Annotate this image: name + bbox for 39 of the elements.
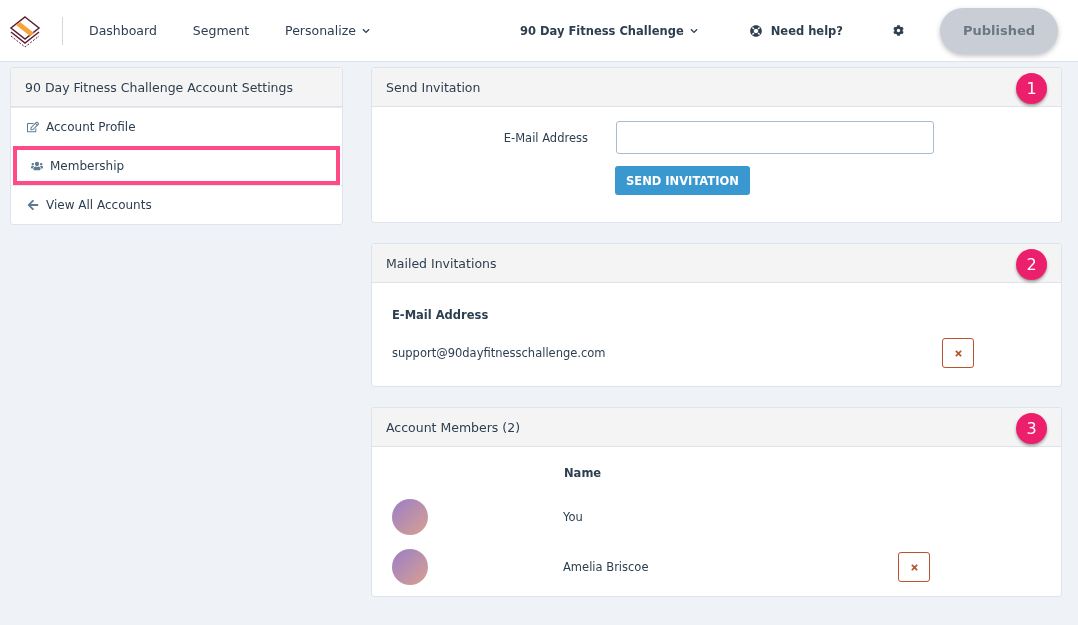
panel-title: Mailed Invitations — [386, 255, 497, 271]
avatar-placeholder — [392, 499, 428, 535]
step-badge: 2 — [1016, 249, 1047, 280]
remove-button[interactable] — [898, 552, 930, 582]
step-badge: 1 — [1016, 73, 1047, 104]
account-dropdown[interactable]: 90 Day Fitness Challenge — [519, 23, 698, 38]
arrow-left-icon — [27, 199, 39, 211]
panel-title: Account Members (2) — [386, 419, 521, 435]
nav-link[interactable]: Dashboard — [89, 23, 157, 38]
field-label: E-Mail Address — [502, 130, 589, 145]
table-cell-text: You — [563, 510, 584, 524]
step-badge: 3 — [1016, 413, 1047, 444]
sidebar-item[interactable]: Membership — [13, 146, 340, 185]
nav-link[interactable]: Personalize — [285, 23, 370, 38]
email-input-field[interactable] — [616, 121, 934, 154]
settings-icon[interactable] — [893, 25, 904, 36]
users-icon — [31, 159, 43, 172]
nav-link[interactable]: Segment — [192, 23, 250, 38]
edit-icon — [27, 121, 39, 133]
table-cell-text: support@90dayfitnesschallenge.com — [392, 346, 607, 360]
help-icon — [749, 24, 762, 37]
remove-button[interactable] — [942, 338, 974, 368]
logo-icon — [8, 13, 42, 48]
close-icon — [909, 562, 919, 572]
sidebar-item-label: Account Profile — [46, 120, 136, 134]
help-link[interactable]: Need help? — [749, 23, 843, 38]
sidebar-item[interactable]: Account Profile — [11, 107, 342, 146]
avatar-placeholder — [392, 549, 428, 585]
sidebar-item[interactable]: View All Accounts — [11, 185, 342, 224]
column-header: Name — [563, 465, 603, 482]
chevron-down-icon — [361, 26, 370, 35]
sidebar-item-label: View All Accounts — [46, 198, 152, 212]
sidebar-item-label: Membership — [50, 158, 125, 173]
table-cell-text: Amelia Briscoe — [563, 560, 650, 574]
column-header: E-Mail Address — [392, 307, 490, 324]
chevron-down-icon — [689, 26, 698, 35]
sidebar-title: 90 Day Fitness Challenge Account Settings — [11, 68, 342, 107]
close-icon — [953, 348, 963, 358]
panel-title: Send Invitation — [386, 79, 481, 95]
